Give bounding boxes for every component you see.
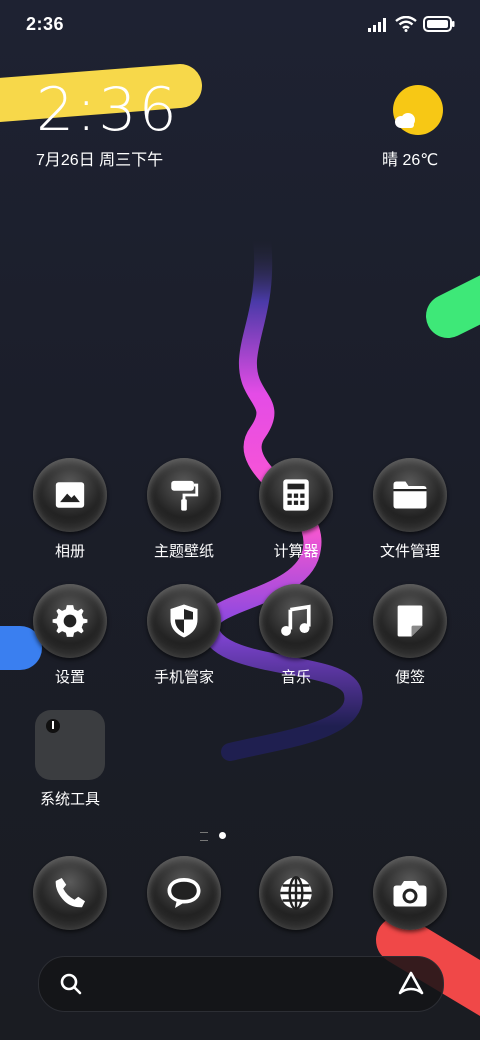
music-note-icon [259, 584, 333, 658]
phone-icon [33, 856, 107, 930]
app-label: 文件管理 [379, 543, 440, 560]
app-calculator[interactable]: 计算器 [246, 458, 346, 561]
note-icon [373, 584, 447, 658]
shield-icon [147, 584, 221, 658]
paint-roller-icon [147, 458, 221, 532]
sun-cloud-icon[interactable] [390, 84, 446, 140]
weather-label: 晴 26℃ [382, 152, 439, 169]
clock-widget[interactable]: 2:36 [36, 78, 179, 142]
search-bar[interactable] [38, 956, 444, 1012]
gear-icon [33, 584, 107, 658]
app-label: 音乐 [280, 669, 311, 686]
dock-camera[interactable] [360, 856, 460, 930]
camera-icon [373, 856, 447, 930]
app-themes[interactable]: 主题壁纸 [134, 458, 234, 561]
chat-bubble-icon [147, 856, 221, 930]
folder-icon [35, 710, 105, 780]
app-label: 主题壁纸 [153, 543, 214, 560]
assistant-icon[interactable] [397, 971, 425, 997]
status-bar: 2:36 [0, 0, 480, 50]
app-files[interactable]: 文件管理 [360, 458, 460, 561]
app-label: 手机管家 [153, 669, 214, 686]
app-music[interactable]: 音乐 [246, 584, 346, 687]
app-label: 相册 [54, 543, 85, 560]
dock-messages[interactable] [134, 856, 234, 930]
date-label: 7月26日 周三下午 [36, 152, 164, 169]
green-stroke [426, 275, 480, 338]
app-security[interactable]: 手机管家 [134, 584, 234, 687]
dock-browser[interactable] [246, 856, 346, 930]
calculator-icon [259, 458, 333, 532]
search-icon [60, 973, 82, 995]
folder-icon [373, 458, 447, 532]
wifi-icon [395, 16, 417, 32]
battery-icon [423, 16, 455, 32]
dock-phone[interactable] [20, 856, 120, 930]
app-label: 设置 [54, 669, 85, 686]
status-time: 2:36 [26, 14, 65, 34]
signal-icon [368, 18, 386, 32]
folder-system-tools[interactable]: 系统工具 [20, 710, 120, 809]
app-settings[interactable]: 设置 [20, 584, 120, 687]
current-page-dot [219, 832, 226, 839]
page-indicator[interactable] [200, 830, 230, 842]
app-notes[interactable]: 便签 [360, 584, 460, 687]
app-gallery[interactable]: 相册 [20, 458, 120, 561]
app-label: 便签 [394, 669, 425, 686]
globe-icon [259, 856, 333, 930]
feed-indicator-icon [200, 832, 208, 841]
gallery-icon [33, 458, 107, 532]
app-label: 计算器 [273, 543, 319, 560]
folder-label: 系统工具 [39, 791, 100, 808]
